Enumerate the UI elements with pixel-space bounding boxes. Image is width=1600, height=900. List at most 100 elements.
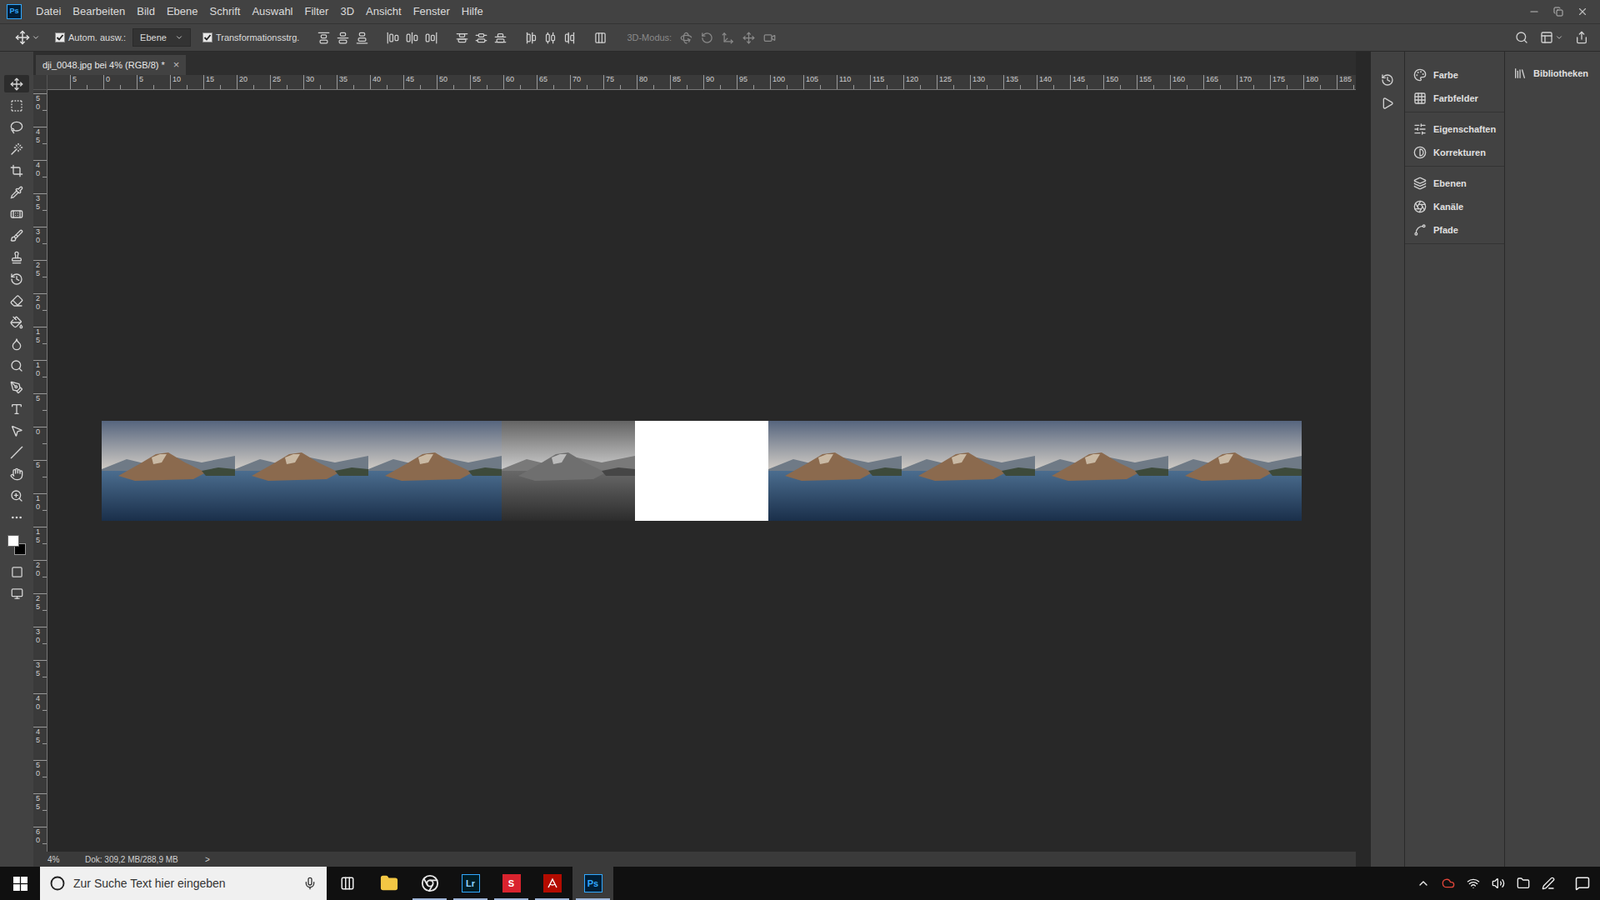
canvas-area[interactable] bbox=[47, 90, 1356, 852]
menu-item[interactable]: Ansicht bbox=[360, 0, 408, 24]
align-icon[interactable] bbox=[425, 31, 438, 45]
tool-button[interactable] bbox=[4, 118, 30, 136]
tool-button[interactable] bbox=[4, 378, 30, 396]
start-button[interactable] bbox=[0, 866, 40, 900]
running-indicator bbox=[453, 898, 488, 900]
panel-button[interactable]: Eigenschaften bbox=[1405, 117, 1505, 141]
tool-preset-icon[interactable] bbox=[31, 33, 40, 42]
align-icon[interactable] bbox=[336, 31, 350, 45]
quick-mask-icon[interactable] bbox=[10, 565, 24, 579]
tool-button[interactable] bbox=[4, 161, 30, 180]
panel-button[interactable]: Ebenen bbox=[1405, 171, 1505, 195]
transform-controls-checkbox[interactable] bbox=[202, 32, 213, 43]
tool-button[interactable] bbox=[4, 335, 30, 353]
auto-select-target[interactable]: Ebene bbox=[132, 28, 191, 47]
workspace-icon[interactable] bbox=[1540, 30, 1554, 45]
tool-button[interactable] bbox=[4, 421, 30, 440]
tool-button[interactable] bbox=[4, 508, 30, 526]
document-tab[interactable]: dji_0048.jpg bei 4% (RGB/8) *× bbox=[35, 55, 186, 75]
pen-icon[interactable] bbox=[1541, 876, 1555, 890]
panel-button[interactable]: Farbe bbox=[1405, 63, 1505, 87]
menu-item[interactable]: Bild bbox=[130, 0, 161, 24]
align-icon[interactable] bbox=[386, 31, 400, 45]
align-icon[interactable] bbox=[544, 31, 557, 45]
panel-button[interactable]: Bibliotheken bbox=[1505, 61, 1600, 85]
ruler-mark: 35 bbox=[336, 75, 370, 90]
tool-button[interactable] bbox=[4, 183, 30, 201]
align-icon[interactable] bbox=[563, 31, 576, 45]
align-icon[interactable] bbox=[455, 31, 469, 45]
panel-button[interactable]: Farbfelder bbox=[1405, 86, 1505, 110]
tab-close[interactable]: × bbox=[173, 56, 180, 74]
tray-expand-icon[interactable] bbox=[1416, 876, 1430, 890]
menu-item[interactable]: Bearbeiten bbox=[66, 0, 131, 24]
menu-item[interactable]: Filter bbox=[299, 0, 335, 24]
tool-button[interactable] bbox=[4, 226, 30, 245]
zoom-level[interactable]: 4% bbox=[33, 853, 85, 866]
tool-button[interactable] bbox=[4, 248, 30, 266]
share-icon[interactable] bbox=[1575, 30, 1589, 45]
search-box[interactable]: Zur Suche Text hier eingeben bbox=[40, 866, 327, 900]
tool-button[interactable] bbox=[4, 443, 30, 461]
microphone-icon[interactable] bbox=[303, 876, 317, 890]
tool-button[interactable] bbox=[4, 75, 30, 93]
close-icon[interactable] bbox=[1576, 5, 1589, 18]
tool-button[interactable] bbox=[4, 313, 30, 331]
ruler-mark: 25 bbox=[33, 260, 47, 294]
align-icon[interactable] bbox=[594, 31, 607, 45]
auto-select-checkbox[interactable] bbox=[55, 32, 65, 43]
align-icon[interactable] bbox=[475, 31, 488, 45]
foreground-color[interactable] bbox=[7, 535, 20, 547]
taskbar-app[interactable]: Ps bbox=[572, 866, 614, 900]
tool-button[interactable] bbox=[4, 205, 30, 223]
tool-button[interactable] bbox=[4, 356, 30, 375]
ruler-mark: 120 bbox=[903, 75, 937, 90]
tool-button[interactable] bbox=[4, 291, 30, 310]
notification-icon[interactable] bbox=[1575, 875, 1590, 891]
panel-button[interactable]: Korrekturen bbox=[1405, 140, 1505, 165]
actions-icon[interactable] bbox=[1380, 96, 1395, 110]
ruler-mark: 10 bbox=[33, 493, 47, 527]
taskbar-app[interactable] bbox=[368, 866, 410, 900]
tool-button[interactable] bbox=[4, 270, 30, 288]
align-icon[interactable] bbox=[405, 31, 419, 45]
align-icon[interactable] bbox=[355, 31, 369, 45]
menu-item[interactable]: Datei bbox=[30, 0, 67, 24]
menu-item[interactable]: Ebene bbox=[160, 0, 205, 24]
tool-button[interactable] bbox=[4, 486, 30, 505]
task-view[interactable] bbox=[326, 866, 369, 900]
menu-item[interactable]: Schrift bbox=[204, 0, 247, 24]
panel-button[interactable]: Pfade bbox=[1405, 218, 1505, 242]
taskbar-app[interactable]: S bbox=[490, 866, 532, 900]
history-icon[interactable] bbox=[1380, 73, 1395, 87]
align-icon[interactable] bbox=[317, 31, 330, 45]
minimize-icon[interactable] bbox=[1528, 5, 1540, 18]
align-icon[interactable] bbox=[494, 31, 507, 45]
align-icon[interactable] bbox=[525, 31, 538, 45]
restore-icon[interactable] bbox=[1553, 6, 1564, 17]
tool-button[interactable] bbox=[4, 465, 30, 483]
menu-item[interactable]: Auswahl bbox=[245, 0, 299, 24]
taskbar-app[interactable]: Lr bbox=[450, 866, 491, 900]
move-tool-icon[interactable] bbox=[15, 30, 30, 45]
panel-button[interactable]: Kanäle bbox=[1405, 195, 1505, 219]
menu-item[interactable]: Hilfe bbox=[455, 0, 490, 24]
search-icon[interactable] bbox=[1515, 30, 1529, 45]
photo-thumbnail bbox=[368, 420, 502, 521]
taskbar-app[interactable] bbox=[531, 866, 573, 900]
volume-icon[interactable] bbox=[1491, 876, 1505, 890]
network-icon[interactable] bbox=[1466, 876, 1480, 890]
menu-item[interactable]: Fenster bbox=[407, 0, 456, 24]
tool-button[interactable] bbox=[4, 400, 30, 418]
workspace-dropdown-icon[interactable] bbox=[1555, 33, 1564, 42]
menu-item[interactable]: 3D bbox=[334, 0, 360, 24]
ruler-mark: 55 bbox=[470, 75, 504, 90]
dropbox-icon[interactable] bbox=[1516, 876, 1530, 890]
cloud-icon[interactable] bbox=[1441, 876, 1455, 890]
windows-logo-icon[interactable] bbox=[13, 876, 28, 891]
tool-button[interactable] bbox=[4, 96, 30, 115]
tool-button[interactable] bbox=[4, 140, 30, 158]
screen-mode-icon[interactable] bbox=[10, 587, 24, 600]
taskbar-app[interactable] bbox=[409, 866, 450, 900]
status-menu-arrow[interactable]: > bbox=[205, 853, 210, 866]
